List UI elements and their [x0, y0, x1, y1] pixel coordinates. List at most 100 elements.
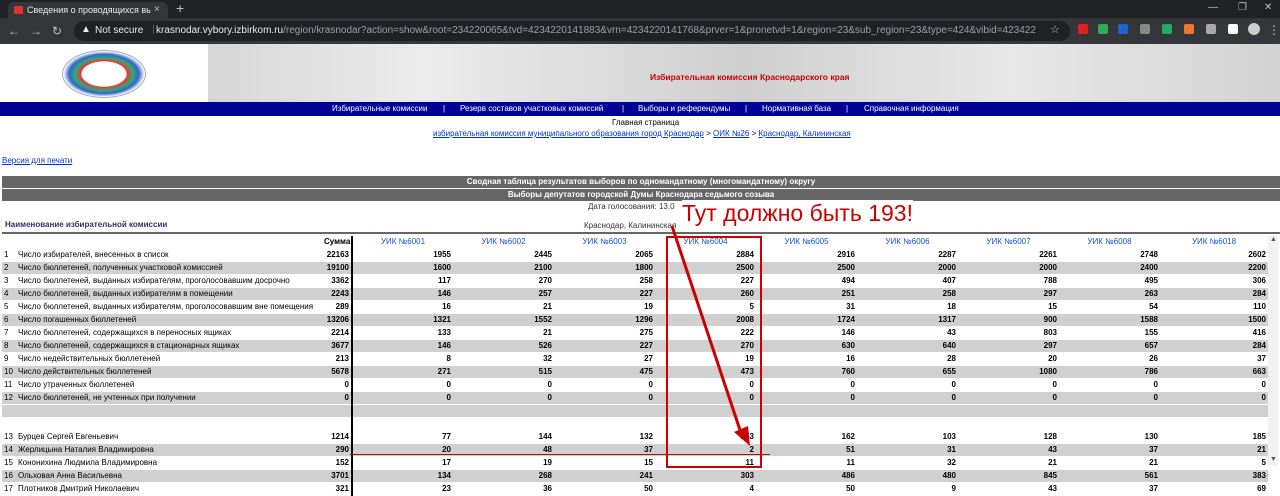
row-value: 1321 — [352, 313, 453, 327]
row-value: 275 — [554, 326, 655, 340]
row-value: 21 — [958, 456, 1059, 470]
nav-item-elections[interactable]: Выборы и референдумы — [638, 104, 730, 113]
row-value: 155 — [1059, 326, 1160, 340]
row-label: Жерлицына Наталия Владимировна — [16, 443, 322, 457]
table-spacer-row — [2, 417, 1268, 431]
table-row: 4 Число бюллетеней, выданных избирателям … — [2, 287, 1268, 301]
vote-date: Дата голосования: 13.0 — [588, 202, 675, 211]
row-value: 284 — [1160, 287, 1268, 301]
close-window-icon[interactable]: ✕ — [1264, 2, 1272, 13]
table-row: 1 Число избирателей, внесенных в список 22… — [2, 248, 1268, 262]
uik-header-link[interactable]: УИК №6002 — [453, 236, 554, 249]
row-value: 1552 — [453, 313, 554, 327]
extension-icon[interactable] — [1140, 24, 1150, 34]
row-value: 130 — [1059, 430, 1160, 444]
extension-icon[interactable] — [1098, 24, 1108, 34]
extension-icon[interactable] — [1184, 24, 1194, 34]
row-number: 9 — [2, 352, 16, 366]
breadcrumb-level1[interactable]: избирательная комиссия муниципального об… — [433, 129, 704, 138]
table-row: 12 Число бюллетеней, не учтенных при полу… — [2, 391, 1268, 405]
uik-header-link[interactable]: УИК №6018 — [1160, 236, 1268, 249]
table-row: 9 Число недействительных бюллетеней 213 8 32… — [2, 352, 1268, 366]
uik-header-link[interactable]: УИК №6008 — [1059, 236, 1160, 249]
row-value: 260 — [655, 287, 756, 301]
row-label: Число бюллетеней, содержащихся в перенос… — [16, 326, 322, 340]
breadcrumb-level2[interactable]: ОИК №26 — [713, 129, 749, 138]
bookmark-star-icon[interactable]: ☆ — [1050, 23, 1060, 36]
uik-header-link[interactable]: УИК №6003 — [554, 236, 655, 249]
results-table: Сумма УИК №6001 УИК №6002 УИК №6003 УИК №600… — [2, 236, 1268, 496]
vertical-scrollbar[interactable]: ▲ ▼ — [1268, 236, 1278, 466]
separator-cell — [756, 404, 857, 418]
row-value: 19 — [554, 300, 655, 314]
browser-tab[interactable]: Сведения о проводящихся выб × — [8, 2, 168, 18]
nav-item-legal[interactable]: Нормативная база — [762, 104, 831, 113]
back-icon[interactable]: ← — [8, 24, 20, 38]
row-value: 51 — [756, 443, 857, 457]
row-number: 12 — [2, 391, 16, 405]
separator-cell — [857, 404, 958, 418]
extension-icon[interactable] — [1118, 24, 1128, 34]
scroll-down-icon[interactable]: ▼ — [1270, 456, 1277, 463]
row-value: 110 — [1160, 300, 1268, 314]
uik-header-link[interactable]: УИК №6007 — [958, 236, 1059, 249]
breadcrumb-home[interactable]: Главная страница — [612, 118, 679, 127]
address-toolbar: ← → ↻ ▲ Not secure | krasnodar.vybory.iz… — [0, 18, 1280, 44]
uik-header-link[interactable]: УИК №6005 — [756, 236, 857, 249]
row-value: 407 — [857, 274, 958, 288]
extension-icon[interactable] — [1078, 24, 1088, 34]
row-value: 0 — [655, 391, 756, 405]
puzzle-icon[interactable] — [1206, 24, 1216, 34]
menu-icon[interactable]: ⋮ — [1268, 23, 1280, 37]
print-version-link[interactable]: Версия для печати — [2, 156, 72, 165]
url-text[interactable]: krasnodar.vybory.izbirkom.ru/region/kras… — [156, 25, 1036, 36]
row-value: 475 — [554, 365, 655, 379]
report-subtitle: Выборы депутатов городской Думы Краснода… — [2, 189, 1280, 201]
breadcrumb-sep: > — [706, 129, 711, 138]
scroll-up-icon[interactable]: ▲ — [1270, 236, 1277, 243]
row-value: 0 — [958, 391, 1059, 405]
row-value: 4 — [655, 482, 756, 496]
row-value: 416 — [1160, 326, 1268, 340]
uik-header-link[interactable]: УИК №6001 — [352, 236, 453, 249]
row-value: 655 — [857, 365, 958, 379]
reload-icon[interactable]: ↻ — [52, 24, 62, 38]
new-tab-button[interactable]: + — [176, 0, 184, 16]
row-value: 0 — [1059, 378, 1160, 392]
nav-item-reference[interactable]: Справочная информация — [864, 104, 959, 113]
uik-header-link[interactable]: УИК №6006 — [857, 236, 958, 249]
spacer-cell — [857, 417, 958, 431]
row-value: 2602 — [1160, 248, 1268, 262]
results-body: Сумма УИК №6001 УИК №6002 УИК №6003 УИК №600… — [2, 236, 1268, 496]
row-value: 2400 — [1059, 261, 1160, 275]
tab-close-icon[interactable]: × — [154, 4, 160, 15]
commission-logo[interactable] — [62, 50, 146, 98]
separator-cell — [1160, 404, 1268, 418]
row-value: 1955 — [352, 248, 453, 262]
warning-icon[interactable]: ▲ — [81, 24, 91, 35]
minimize-icon[interactable]: — — [1208, 2, 1218, 13]
separator-cell — [1059, 404, 1160, 418]
nav-item-commissions[interactable]: Избирательные комиссии — [332, 104, 427, 113]
tab-title: Сведения о проводящихся выб — [27, 5, 151, 15]
maximize-icon[interactable]: ❐ — [1238, 2, 1247, 13]
avatar[interactable] — [1248, 23, 1260, 35]
uik-header-link[interactable]: УИК №6004 — [655, 236, 756, 249]
breadcrumb-sep: > — [751, 129, 757, 138]
commission-label: Наименование избирательной комиссии — [5, 220, 168, 229]
annotation-text: Тут должно быть 193! — [682, 200, 913, 227]
row-value: 162 — [756, 430, 857, 444]
breadcrumb-level3[interactable]: Краснодар, Калининская — [758, 129, 850, 138]
row-value: 258 — [857, 287, 958, 301]
forward-icon[interactable]: → — [30, 24, 42, 38]
row-value: 227 — [655, 274, 756, 288]
nav-item-reserve[interactable]: Резерв составов участковых комиссий — [460, 104, 603, 113]
table-row: 8 Число бюллетеней, содержащихся в стацио… — [2, 339, 1268, 353]
table-row: 11 Число утраченных бюллетеней 0 0 0 0 0 0 0 0 0 0 — [2, 378, 1268, 392]
security-label[interactable]: Not secure — [95, 25, 143, 36]
extension-icon[interactable] — [1162, 24, 1172, 34]
reading-list-icon[interactable] — [1228, 24, 1238, 34]
url-bar[interactable]: ▲ Not secure | krasnodar.vybory.izbirkom… — [74, 21, 1070, 41]
row-value: 19 — [655, 352, 756, 366]
site-header: Избирательная комиссия Краснодарского кр… — [0, 44, 1280, 102]
